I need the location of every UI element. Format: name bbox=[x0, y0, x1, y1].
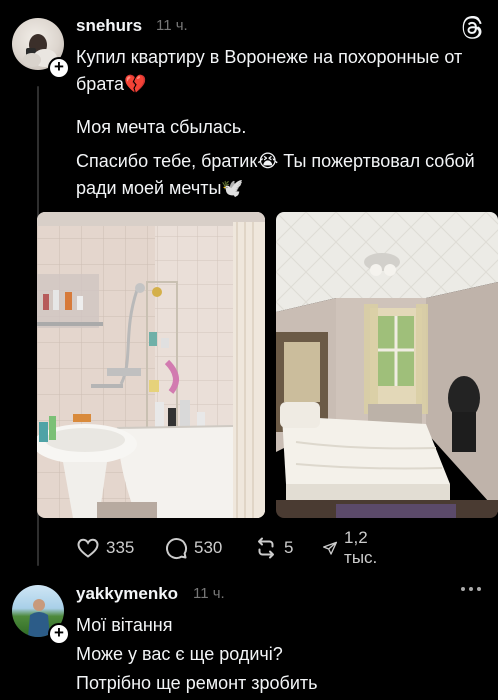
post-time: 11 ч. bbox=[156, 17, 188, 34]
repost-count: 5 bbox=[284, 538, 294, 557]
bedroom-photo[interactable] bbox=[276, 212, 498, 518]
post-text-paragraph: Моя мечта сбылась. bbox=[76, 117, 247, 137]
reply-username[interactable]: yakkymenko bbox=[76, 584, 178, 604]
share-button[interactable]: 1,2 тыс. bbox=[322, 528, 385, 567]
reply-text-line: Може у вас є ще родичі? bbox=[76, 644, 283, 664]
post-text-paragraph: Спасибо тебе, братик😭 Ты пожертвовал соб… bbox=[76, 151, 480, 198]
like-count: 335 bbox=[106, 538, 135, 557]
share-count: 1,2 тыс. bbox=[344, 528, 378, 567]
reply-time: 11 ч. bbox=[193, 585, 225, 602]
repost-icon bbox=[258, 537, 274, 559]
post-text-paragraph: Купил квартиру в Воронеже на похоронные … bbox=[76, 47, 468, 94]
follow-plus-icon[interactable]: + bbox=[48, 57, 70, 79]
more-icon[interactable] bbox=[458, 583, 484, 595]
reply-text-line: Мої вітання bbox=[76, 615, 173, 635]
share-icon bbox=[323, 541, 338, 555]
bathroom-photo[interactable] bbox=[37, 212, 265, 518]
like-button[interactable]: 335 bbox=[76, 533, 134, 563]
threads-logo-icon[interactable] bbox=[460, 16, 484, 40]
post-username[interactable]: snehurs bbox=[76, 16, 142, 36]
repost-button[interactable]: 5 bbox=[254, 533, 293, 563]
comment-button[interactable]: 530 bbox=[164, 533, 222, 563]
follow-plus-icon[interactable]: + bbox=[48, 623, 70, 645]
reply-text-line: Потрібно ще ремонт зробить bbox=[76, 673, 318, 693]
comment-icon bbox=[166, 538, 188, 560]
heart-icon bbox=[77, 538, 99, 558]
comment-count: 530 bbox=[194, 538, 223, 557]
